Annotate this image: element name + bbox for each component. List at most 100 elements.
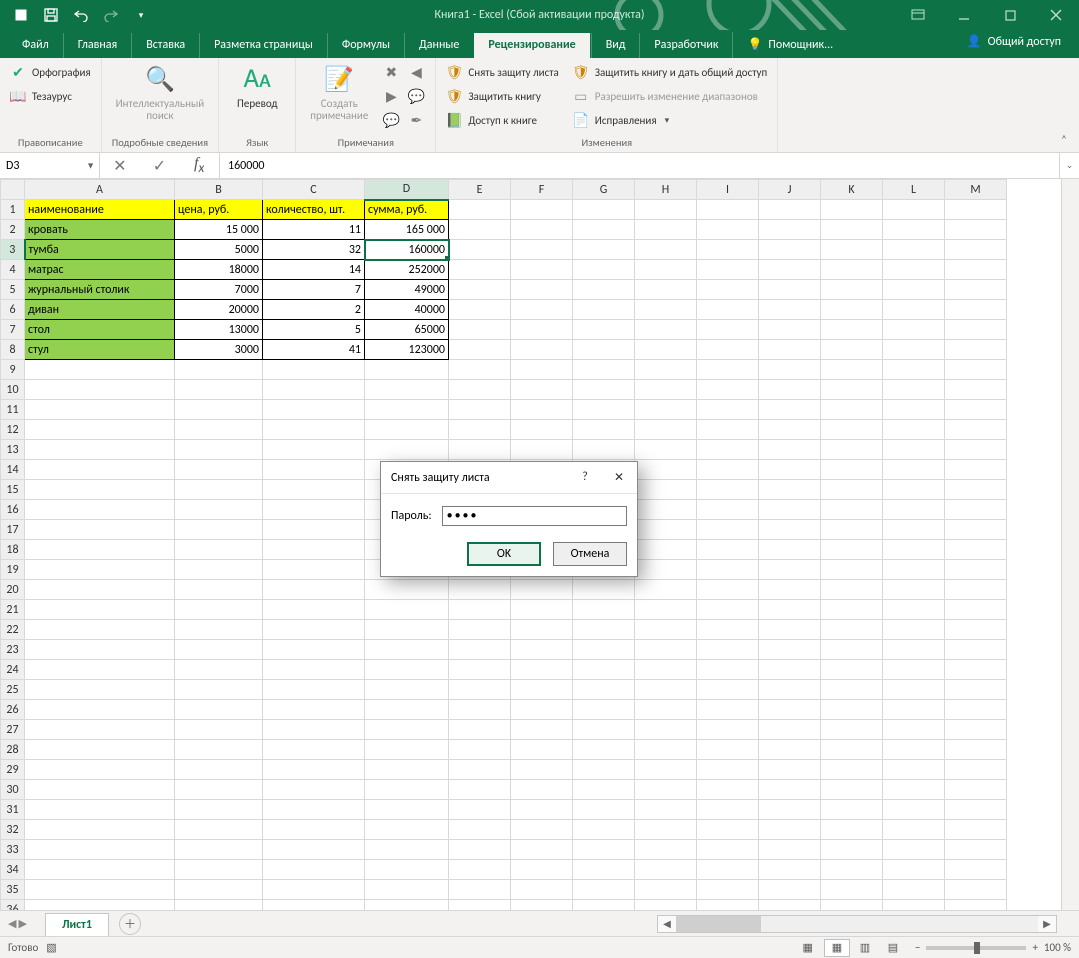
cell[interactable] [263,360,365,380]
cell[interactable] [759,300,821,320]
cell[interactable] [697,220,759,240]
cancel-formula-icon[interactable]: ✕ [108,156,132,176]
cell[interactable] [945,440,1007,460]
cell[interactable]: 49000 [365,280,449,300]
cell[interactable]: 5000 [175,240,263,260]
cell[interactable] [175,740,263,760]
cell[interactable] [511,380,573,400]
cell[interactable] [573,220,635,240]
cell[interactable] [697,860,759,880]
cell[interactable] [511,360,573,380]
cell[interactable] [821,860,883,880]
cell[interactable] [573,640,635,660]
cell[interactable] [883,560,945,580]
cell[interactable] [263,740,365,760]
cell[interactable] [821,520,883,540]
cell[interactable] [821,760,883,780]
cell[interactable] [25,480,175,500]
cell[interactable] [25,680,175,700]
cell[interactable] [945,520,1007,540]
cell[interactable] [175,380,263,400]
cell[interactable] [883,880,945,900]
cell[interactable] [759,320,821,340]
cell[interactable] [263,600,365,620]
cell[interactable]: сумма, руб. [365,200,449,220]
cell[interactable] [759,460,821,480]
cell[interactable] [759,260,821,280]
dialog-ok-button[interactable]: OK [467,542,541,566]
cell[interactable] [821,280,883,300]
cell[interactable] [175,800,263,820]
prev-comment-icon[interactable]: ◀ [405,61,427,83]
cell[interactable] [25,860,175,880]
cell[interactable] [449,740,511,760]
cell[interactable] [511,620,573,640]
cell[interactable] [573,660,635,680]
cell[interactable] [365,780,449,800]
row-header[interactable]: 24 [1,660,25,680]
cell[interactable] [759,360,821,380]
cell[interactable] [365,660,449,680]
cell[interactable] [883,280,945,300]
cell[interactable] [25,820,175,840]
cell[interactable] [821,720,883,740]
tab-nav-prev-icon[interactable]: ◀ [8,917,16,930]
cell[interactable] [697,500,759,520]
cell[interactable] [821,260,883,280]
cell[interactable] [573,420,635,440]
cell[interactable] [635,500,697,520]
cell[interactable] [573,700,635,720]
cell[interactable] [573,580,635,600]
tab-insert[interactable]: Вставка [131,33,199,58]
cell[interactable] [263,380,365,400]
cell[interactable] [449,400,511,420]
cell[interactable] [883,700,945,720]
cell[interactable] [821,380,883,400]
cell[interactable] [883,900,945,911]
row-header[interactable]: 29 [1,760,25,780]
cell[interactable] [449,440,511,460]
row-header[interactable]: 4 [1,260,25,280]
cell[interactable] [697,800,759,820]
cell[interactable] [821,740,883,760]
cell[interactable] [511,240,573,260]
row-header[interactable]: 3 [1,240,25,260]
cell[interactable] [635,380,697,400]
dialog-cancel-button[interactable]: Отмена [553,542,627,566]
cell[interactable] [883,840,945,860]
cell[interactable] [511,740,573,760]
cell[interactable] [25,760,175,780]
cell[interactable] [635,880,697,900]
cell[interactable] [945,380,1007,400]
row-header[interactable]: 35 [1,880,25,900]
row-header[interactable]: 20 [1,580,25,600]
macro-record-icon[interactable]: ▧ [46,941,56,954]
cell[interactable] [821,560,883,580]
cell[interactable] [365,860,449,880]
cell[interactable] [449,600,511,620]
row-header[interactable]: 12 [1,420,25,440]
cell[interactable] [25,520,175,540]
cell[interactable] [365,640,449,660]
new-comment-button[interactable]: 📝 Создать примечание [304,60,374,124]
cell[interactable] [511,200,573,220]
cell[interactable] [945,260,1007,280]
column-header[interactable]: I [697,180,759,200]
cell[interactable] [945,580,1007,600]
cell[interactable] [697,460,759,480]
formula-input[interactable] [220,153,1059,178]
tab-file[interactable]: Файл [8,33,63,58]
cell[interactable] [365,800,449,820]
cell[interactable] [511,340,573,360]
cell[interactable] [635,540,697,560]
cell[interactable]: 123000 [365,340,449,360]
column-header[interactable]: J [759,180,821,200]
cell[interactable] [821,320,883,340]
cell[interactable] [697,580,759,600]
cell[interactable] [573,900,635,911]
cell[interactable] [263,560,365,580]
cell[interactable] [821,440,883,460]
cell[interactable] [821,580,883,600]
cell[interactable] [511,420,573,440]
cell[interactable]: количество, шт. [263,200,365,220]
